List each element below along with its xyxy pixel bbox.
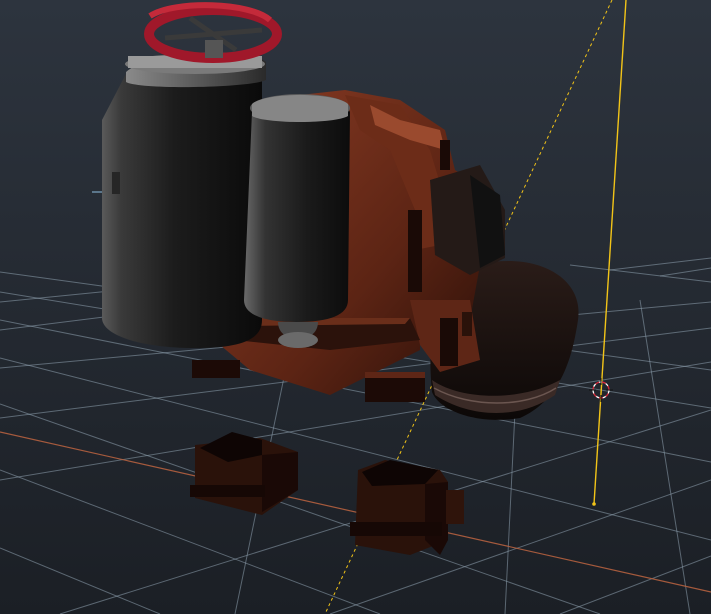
small-tank[interactable] bbox=[244, 94, 350, 348]
viewport-canvas[interactable] bbox=[0, 0, 711, 614]
large-tank[interactable] bbox=[102, 52, 266, 348]
3d-viewport[interactable] bbox=[0, 0, 711, 614]
